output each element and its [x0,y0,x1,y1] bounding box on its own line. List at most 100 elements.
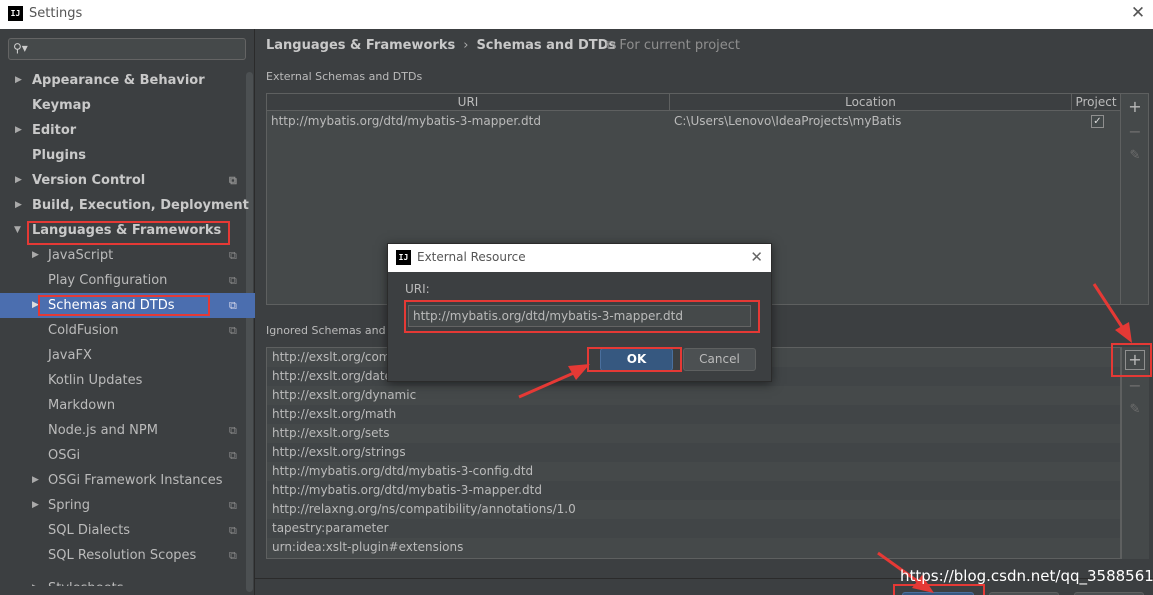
external-row-uri[interactable]: http://mybatis.org/dtd/mybatis-3-mapper.… [271,114,541,128]
sidebar-item-stylesheets[interactable]: ▶ Stylesheets [0,568,244,586]
project-scope-icon: ⧉ [606,38,620,53]
column-header-location[interactable]: Location [670,94,1072,111]
edit-ignored-icon[interactable]: ✎ [1125,402,1145,417]
sidebar-item-nodejs-npm[interactable]: Node.js and NPM ⧉ [0,418,244,443]
uri-label: URI: [405,282,430,296]
external-row-location[interactable]: C:\Users\Lenovo\IdeaProjects\myBatis [674,114,901,128]
expand-arrow-icon[interactable]: ▶ [32,243,39,268]
intellij-logo-icon: IJ [396,250,411,265]
breadcrumb-item[interactable]: Languages & Frameworks [266,38,455,53]
list-item[interactable]: http://exslt.org/dynamic [267,386,1120,405]
section-label-external: External Schemas and DTDs [266,70,423,83]
list-item[interactable]: urn:idea:xslt-plugin#extensions [267,538,1120,557]
sidebar-item-label: Version Control [32,173,146,188]
annotation-box-languages [27,221,230,245]
sidebar-item-appearance[interactable]: ▶ Appearance & Behavior [0,68,244,93]
sidebar-item-label: Spring [48,498,90,513]
list-item[interactable]: http://relaxng.org/ns/compatibility/anno… [267,500,1120,519]
table-header: URI Location Project [267,94,1120,111]
dialog-title-bar: IJ External Resource ✕ [388,244,771,272]
sidebar-item-sql-dialects[interactable]: SQL Dialects ⧉ [0,518,244,543]
breadcrumb-separator-icon: › [463,38,469,53]
sidebar-item-label: Build, Execution, Deployment [32,198,249,213]
breadcrumb: Languages & Frameworks › Schemas and DTDs [266,38,616,53]
search-icon: ⚲▾ [13,41,28,55]
sidebar-item-markdown[interactable]: Markdown [0,393,244,418]
sidebar-item-build[interactable]: ▶ Build, Execution, Deployment [0,193,249,218]
sidebar-item-label: Stylesheets [48,576,124,586]
sidebar-item-osgi[interactable]: OSGi ⧉ [0,443,244,468]
annotation-box-add [1111,343,1152,377]
collapse-arrow-icon[interactable]: ▼ [14,218,21,243]
sidebar-item-kotlin-updates[interactable]: Kotlin Updates [0,368,244,393]
window-close-icon[interactable]: ✕ [1129,4,1147,22]
scope-hint: ⧉ For current project [606,38,740,53]
edit-schema-icon[interactable]: ✎ [1125,148,1145,163]
expand-arrow-icon[interactable]: ▶ [15,118,22,143]
sidebar-item-label: Kotlin Updates [48,373,143,388]
annotation-box-schemas [38,295,210,316]
annotation-box-uri [404,300,760,333]
project-scope-icon: ⧉ [229,174,237,187]
expand-arrow-icon[interactable]: ▶ [15,68,22,93]
sidebar-item-label: Play Configuration [48,273,168,288]
scope-label: For current project [619,38,741,53]
annotation-box-ok [587,347,682,372]
project-scope-icon: ⧉ [229,449,237,462]
sidebar-scrollbar[interactable] [246,72,253,592]
breadcrumb-item: Schemas and DTDs [476,38,617,53]
project-scope-icon: ⧉ [229,299,237,312]
expand-arrow-icon[interactable]: ▶ [15,193,22,218]
annotation-box-bottom-ok [893,584,985,595]
project-scope-icon: ⧉ [229,249,237,262]
section-label-ignored: Ignored Schemas and D [266,324,398,337]
list-item[interactable]: http://mybatis.org/dtd/mybatis-3-mapper.… [267,481,1120,500]
column-header-uri[interactable]: URI [267,94,670,111]
sidebar-item-label: Markdown [48,398,116,413]
cancel-button[interactable]: Cancel [683,348,756,371]
settings-search-box[interactable]: ⚲▾ [8,38,246,60]
sidebar-item-label: Editor [32,123,77,138]
sidebar-item-label: OSGi Framework Instances [48,473,223,488]
window-title-bar: IJ Settings ✕ [0,0,1153,29]
add-schema-icon[interactable]: + [1125,97,1145,116]
sidebar-item-label: Appearance & Behavior [32,73,205,88]
list-item[interactable]: http://exslt.org/math [267,405,1120,424]
project-scope-icon: ⧉ [229,524,237,537]
sidebar-item-label: OSGi [48,448,81,463]
project-scope-icon: ⧉ [229,424,237,437]
sidebar-item-keymap[interactable]: Keymap [0,93,244,118]
project-scope-icon: ⧉ [229,499,237,512]
sidebar-item-sql-resolution-scopes[interactable]: SQL Resolution Scopes ⧉ [0,543,244,568]
expand-arrow-icon[interactable]: ▶ [15,168,22,193]
dialog-title: External Resource [417,250,526,264]
project-scope-icon: ⧉ [229,324,237,337]
sidebar-item-osgi-framework[interactable]: ▶ OSGi Framework Instances [0,468,244,493]
list-item[interactable]: http://exslt.org/strings [267,443,1120,462]
column-header-project[interactable]: Project [1072,94,1120,111]
sidebar-item-editor[interactable]: ▶ Editor [0,118,244,143]
expand-arrow-icon[interactable]: ▶ [32,576,39,586]
watermark: https://blog.csdn.net/qq_35885612 [900,567,1153,585]
list-item[interactable]: http://exslt.org/sets [267,424,1120,443]
sidebar-item-spring[interactable]: ▶ Spring ⧉ [0,493,244,518]
sidebar-item-coldfusion[interactable]: ColdFusion ⧉ [0,318,244,343]
sidebar-item-javascript[interactable]: ▶ JavaScript ⧉ [0,243,244,268]
list-item[interactable]: http://mybatis.org/dtd/mybatis-3-config.… [267,462,1120,481]
sidebar-item-version-control[interactable]: ▶ Version Control ⧉ [0,168,244,193]
sidebar-item-play-configuration[interactable]: Play Configuration ⧉ [0,268,244,293]
sidebar-item-javafx[interactable]: JavaFX [0,343,244,368]
expand-arrow-icon[interactable]: ▶ [32,493,39,518]
remove-schema-icon[interactable]: − [1125,122,1145,141]
project-checkbox[interactable]: ✓ [1091,115,1104,128]
sidebar-item-label: SQL Dialects [48,523,131,538]
sidebar-item-label: Keymap [32,98,91,113]
dialog-close-icon[interactable]: ✕ [750,248,763,266]
expand-arrow-icon[interactable]: ▶ [32,468,39,493]
list-item[interactable]: tapestry:parameter [267,519,1120,538]
remove-ignored-icon[interactable]: − [1125,376,1145,395]
sidebar-item-plugins[interactable]: Plugins [0,143,244,168]
sidebar-item-label: Plugins [32,148,86,163]
project-scope-icon: ⧉ [229,274,237,287]
sidebar-item-label: SQL Resolution Scopes [48,548,197,563]
